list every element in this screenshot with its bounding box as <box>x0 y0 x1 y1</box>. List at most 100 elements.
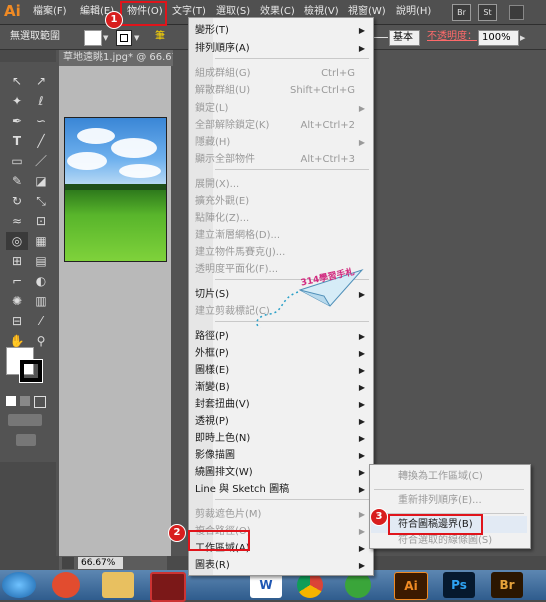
blend-icon[interactable]: ◐ <box>30 272 52 290</box>
stroke-color-box[interactable] <box>19 359 43 383</box>
menu-separator <box>215 169 369 170</box>
menu-help[interactable]: 說明(H) <box>393 0 434 24</box>
menu-item-graph[interactable]: 圖表(R) ▶ <box>190 557 372 574</box>
highlight-object-menu <box>120 1 167 26</box>
menu-item-perspective[interactable]: 透視(P) ▶ <box>190 413 372 430</box>
menu-item-label: 切片(S) <box>195 289 230 300</box>
draw-mode-icon[interactable] <box>8 414 42 426</box>
artboard-nav-icon[interactable] <box>62 557 74 569</box>
style-dropdown[interactable]: 基本 <box>389 30 420 46</box>
type-icon[interactable]: T <box>6 132 28 150</box>
media-icon[interactable] <box>150 572 186 602</box>
color-mode-icon[interactable] <box>6 396 16 406</box>
slice-icon[interactable]: ⁄ <box>30 312 52 330</box>
eyedropper-icon[interactable]: ⌐ <box>6 272 28 290</box>
submenu-arrow-icon: ▶ <box>358 366 365 375</box>
windows-start-icon[interactable] <box>2 572 36 598</box>
menu-item-hide[interactable]: 隱藏(H) ▶ <box>190 134 372 151</box>
screen-mode-icon[interactable] <box>16 434 36 446</box>
menu-item-label: 鎖定(L) <box>195 103 229 114</box>
rectangle-icon[interactable]: ▭ <box>6 152 28 170</box>
menu-item-blend[interactable]: 漸變(B) ▶ <box>190 379 372 396</box>
pencil-icon[interactable]: ✎ <box>6 172 28 190</box>
gradient-icon[interactable]: ▤ <box>30 252 52 270</box>
eraser-icon[interactable]: ◪ <box>30 172 52 190</box>
menu-file[interactable]: 檔案(F) <box>30 0 70 24</box>
menu-item-rearrange[interactable]: 重新排列順序(E)... <box>371 492 529 509</box>
menu-item-rasterize[interactable]: 點陣化(Z)... <box>190 210 372 227</box>
menu-item-transform[interactable]: 變形(T) ▶ <box>190 22 372 39</box>
menu-item-label: 轉換為工作區域(C) <box>398 471 483 482</box>
menu-item-group[interactable]: 組成群組(G) Ctrl+G <box>190 65 372 82</box>
selection-status: 無選取範圍 <box>10 31 60 42</box>
menu-item-arrange[interactable]: 排列順序(A) ▶ <box>190 40 372 57</box>
document-tab[interactable]: 草地遠眺1.jpg* @ 66.67 <box>59 50 173 66</box>
menu-item-show-all[interactable]: 顯示全部物件 Alt+Ctrl+3 <box>190 151 372 168</box>
submenu-arrow-icon: ▶ <box>358 138 365 147</box>
menu-item-line-sketch[interactable]: Line 與 Sketch 圖稿 ▶ <box>190 481 372 498</box>
fill-swatch[interactable] <box>84 30 102 46</box>
illustrator-icon[interactable]: Ai <box>394 572 428 600</box>
file-explorer-icon[interactable] <box>102 572 134 598</box>
menu-item-lock[interactable]: 鎖定(L) ▶ <box>190 100 372 117</box>
selection-icon[interactable]: ↖ <box>6 72 28 90</box>
opacity-field[interactable]: 100% <box>478 30 519 46</box>
menu-item-expand[interactable]: 展開(X)... <box>190 176 372 193</box>
menu-item-text-wrap[interactable]: 繞圖排文(W) ▶ <box>190 464 372 481</box>
menu-item-label: 繞圖排文(W) <box>195 467 253 478</box>
column-graph-icon[interactable]: ▥ <box>30 292 52 310</box>
menu-item-shortcut: Ctrl+G <box>321 68 355 79</box>
menu-item-clipping-mask[interactable]: 剪裁遮色片(M) ▶ <box>190 506 372 523</box>
stroke-swatch[interactable] <box>116 30 132 46</box>
bridge-button[interactable]: Br <box>452 4 471 21</box>
placed-image[interactable] <box>64 117 167 262</box>
width-icon[interactable]: ≈ <box>6 212 28 230</box>
menu-item-convert-to-artboards[interactable]: 轉換為工作區域(C) <box>371 468 529 485</box>
menu-item-live-paint[interactable]: 即時上色(N) ▶ <box>190 430 372 447</box>
chevron-down-icon[interactable]: ▼ <box>134 34 139 42</box>
scale-icon[interactable]: ⤡ <box>30 192 52 210</box>
menu-item-image-trace[interactable]: 影像描圖 ▶ <box>190 447 372 464</box>
menu-item-pattern[interactable]: 圖樣(E) ▶ <box>190 362 372 379</box>
line-icon[interactable]: ╱ <box>30 132 52 150</box>
menu-item-expand-appearance[interactable]: 擴充外觀(E) <box>190 193 372 210</box>
bridge-icon[interactable]: Br <box>491 572 523 598</box>
chevron-right-icon[interactable]: ▶ <box>520 34 525 42</box>
gradient-mode-icon[interactable] <box>20 396 30 406</box>
menu-item-object-mosaic[interactable]: 建立物件馬賽克(J)... <box>190 244 372 261</box>
perspective-icon[interactable]: ▦ <box>30 232 52 250</box>
curvature-icon[interactable]: ∽ <box>30 112 52 130</box>
paintbrush-icon[interactable]: ／ <box>30 152 52 170</box>
submenu-arrow-icon: ▶ <box>358 104 365 113</box>
zoom-field[interactable]: 66.67% <box>78 557 123 569</box>
menu-item-unlock-all[interactable]: 全部解除鎖定(K) Alt+Ctrl+2 <box>190 117 372 134</box>
submenu-arrow-icon: ▶ <box>358 383 365 392</box>
submenu-arrow-icon: ▶ <box>358 544 365 553</box>
opacity-label[interactable]: 不透明度： <box>427 25 477 49</box>
artboard-icon[interactable]: ⊟ <box>6 312 28 330</box>
menu-item-label: 路徑(P) <box>195 331 229 342</box>
free-transform-icon[interactable]: ⊡ <box>30 212 52 230</box>
mesh-icon[interactable]: ⊞ <box>6 252 28 270</box>
symbol-sprayer-icon[interactable]: ✺ <box>6 292 28 310</box>
app-icon[interactable] <box>52 572 80 598</box>
rotate-icon[interactable]: ↻ <box>6 192 28 210</box>
pen-icon[interactable]: ✒ <box>6 112 28 130</box>
menu-item-ungroup[interactable]: 解散群組(U) Shift+Ctrl+G <box>190 82 372 99</box>
menu-item-label: 全部解除鎖定(K) <box>195 120 270 131</box>
menu-item-shape[interactable]: 外框(P) ▶ <box>190 345 372 362</box>
chevron-down-icon[interactable]: ▼ <box>103 34 108 42</box>
workspace-icon[interactable] <box>509 5 524 20</box>
shape-builder-icon[interactable]: ◎ <box>6 232 28 250</box>
menu-item-gradient-mesh[interactable]: 建立漸層網格(D)... <box>190 227 372 244</box>
direct-selection-icon[interactable]: ↗ <box>30 72 52 90</box>
none-mode-icon[interactable] <box>34 396 46 408</box>
image-cloud <box>111 138 157 158</box>
lasso-icon[interactable]: ℓ <box>30 92 52 110</box>
menu-item-label: 顯示全部物件 <box>195 154 255 165</box>
stock-button[interactable]: St <box>478 4 497 21</box>
photoshop-icon[interactable]: Ps <box>443 572 475 598</box>
magic-wand-icon[interactable]: ✦ <box>6 92 28 110</box>
menu-item-label: Line 與 Sketch 圖稿 <box>195 484 290 495</box>
menu-item-envelope-distort[interactable]: 封套扭曲(V) ▶ <box>190 396 372 413</box>
